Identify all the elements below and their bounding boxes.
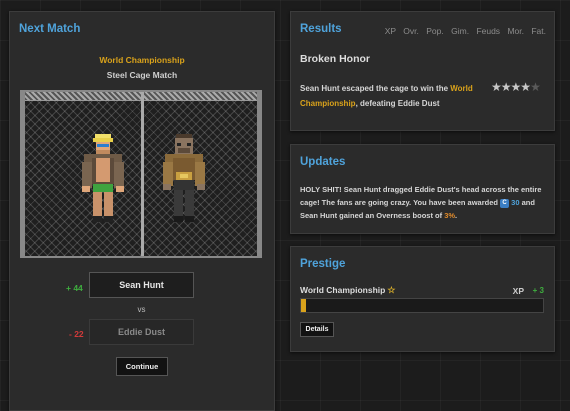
updates-title: Updates bbox=[300, 156, 346, 168]
results-stat-columns: XP Ovr. Pop. Gim. Feuds Mor. Fat. bbox=[382, 26, 546, 36]
result-text-start: Sean Hunt escaped the cage to win the bbox=[300, 84, 451, 93]
match-rating-stars: ★★★★★ bbox=[491, 80, 541, 94]
winner-name: Sean Hunt bbox=[119, 280, 164, 290]
result-description: Sean Hunt escaped the cage to win the Wo… bbox=[300, 81, 485, 111]
winner-name-box[interactable]: Sean Hunt bbox=[89, 272, 194, 298]
continue-button[interactable]: Continue bbox=[116, 357, 168, 376]
loser-name: Eddie Dust bbox=[117, 327, 165, 337]
col-ovr[interactable]: Ovr. bbox=[403, 26, 419, 36]
currency-amount: 30 bbox=[511, 198, 520, 207]
star-icon: ★ bbox=[500, 80, 512, 94]
cage-left-post bbox=[22, 92, 25, 256]
match-type: Steel Cage Match bbox=[106, 70, 178, 80]
result-text-end: , defeating Eddie Dust bbox=[355, 99, 440, 108]
col-xp[interactable]: XP bbox=[385, 26, 396, 36]
prestige-title: Prestige bbox=[300, 258, 346, 270]
xp-label: XP bbox=[512, 286, 524, 296]
half-star-icon: ★ bbox=[530, 80, 541, 94]
prestige-progress-bar bbox=[300, 298, 544, 313]
update-text-end: . bbox=[455, 211, 458, 220]
overness-boost: 3% bbox=[444, 211, 456, 220]
col-gim[interactable]: Gim. bbox=[451, 26, 469, 36]
col-feuds[interactable]: Feuds bbox=[476, 26, 500, 36]
details-button[interactable]: Details bbox=[300, 322, 334, 337]
championship-name: World Championship bbox=[99, 55, 185, 65]
next-match-title: Next Match bbox=[19, 23, 81, 35]
versus-label: vs bbox=[137, 305, 146, 314]
star-outline-icon: ☆ bbox=[387, 285, 396, 295]
star-icon: ★ bbox=[510, 80, 522, 94]
results-panel: Results XP Ovr. Pop. Gim. Feuds Mor. Fat… bbox=[290, 11, 555, 131]
steel-cage-scene bbox=[20, 90, 262, 258]
prestige-title-name: World Championship bbox=[300, 285, 386, 295]
prestige-progress-fill bbox=[301, 299, 306, 312]
winner-overness-change: + 44 bbox=[66, 283, 83, 293]
star-icon: ★ bbox=[520, 80, 531, 94]
prestige-label: World Championship ☆ bbox=[300, 285, 395, 296]
loser-name-box[interactable]: Eddie Dust bbox=[89, 319, 194, 345]
loser-overness-change: - 22 bbox=[69, 329, 84, 339]
wrestler-sean-hunt-sprite bbox=[82, 134, 124, 222]
star-icon: ★ bbox=[491, 80, 502, 94]
results-title: Results bbox=[300, 23, 342, 35]
cage-right-post bbox=[257, 92, 260, 256]
cage-center-post bbox=[141, 92, 144, 256]
xp-gain: + 3 bbox=[532, 286, 544, 295]
prestige-panel: Prestige World Championship ☆ XP + 3 Deta… bbox=[290, 246, 555, 352]
col-pop[interactable]: Pop. bbox=[426, 26, 444, 36]
update-message: HOLY SHIT! Sean Hunt dragged Eddie Dust'… bbox=[300, 183, 545, 222]
currency-gem-icon: C bbox=[500, 198, 510, 208]
match-name: Broken Honor bbox=[300, 53, 371, 65]
updates-panel: Updates HOLY SHIT! Sean Hunt dragged Edd… bbox=[290, 144, 555, 234]
next-match-panel: Next Match World Championship Steel Cage… bbox=[9, 11, 275, 411]
col-mor[interactable]: Mor. bbox=[507, 26, 524, 36]
col-fat[interactable]: Fat. bbox=[531, 26, 546, 36]
wrestler-eddie-dust-sprite bbox=[163, 134, 205, 222]
